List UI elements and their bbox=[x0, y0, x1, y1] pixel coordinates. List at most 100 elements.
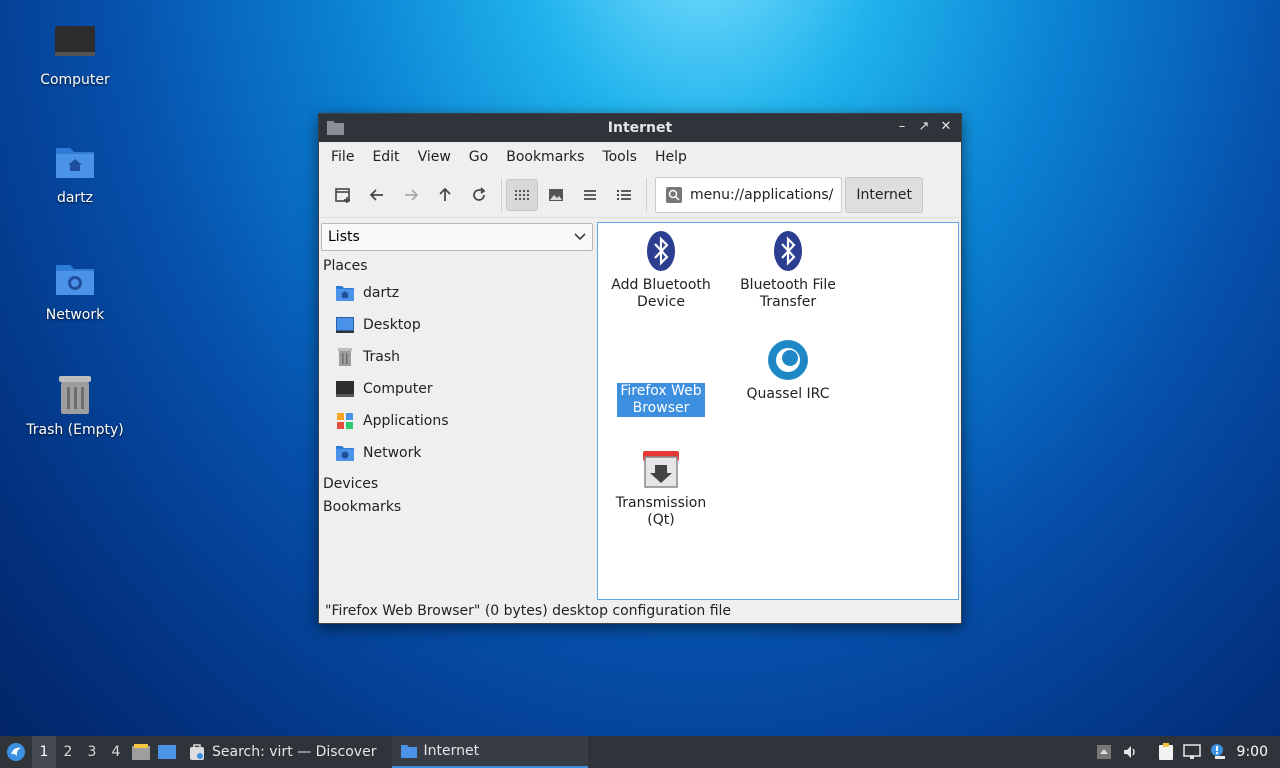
file-item-firefox[interactable]: Firefox Web Browser bbox=[601, 383, 721, 417]
maximize-button[interactable]: ↗ bbox=[915, 118, 933, 136]
computer-icon bbox=[336, 381, 354, 397]
search-location-icon bbox=[666, 186, 682, 203]
desktop-icon-trash[interactable]: Trash (Empty) bbox=[20, 372, 130, 438]
sidebar-item-label: Network bbox=[363, 445, 422, 461]
location-text: menu://applications/ bbox=[690, 186, 834, 203]
folder-icon bbox=[401, 745, 418, 758]
menu-help[interactable]: Help bbox=[649, 149, 699, 165]
workspace-4[interactable]: 4 bbox=[104, 736, 128, 768]
sidebar: Lists Places dartz Desktop Trash Compute… bbox=[321, 222, 593, 600]
sidebar-mode-select[interactable]: Lists bbox=[321, 223, 593, 251]
arrow-up-icon bbox=[439, 187, 451, 201]
sidebar-item-label: Trash bbox=[363, 349, 400, 365]
launcher-file-manager[interactable] bbox=[128, 736, 154, 768]
bluetooth-icon bbox=[647, 231, 675, 271]
section-places[interactable]: Places bbox=[321, 255, 593, 277]
window-titlebar[interactable]: Internet – ↗ ✕ bbox=[319, 114, 961, 142]
icon-view-button[interactable] bbox=[506, 178, 538, 211]
menu-edit[interactable]: Edit bbox=[366, 149, 411, 165]
section-bookmarks[interactable]: Bookmarks bbox=[321, 496, 593, 518]
toolbar-separator bbox=[646, 177, 647, 212]
start-menu-button[interactable] bbox=[0, 736, 32, 768]
computer-icon bbox=[55, 26, 95, 56]
desktop-icon-label: Computer bbox=[40, 72, 110, 88]
desktop-icon-label: dartz bbox=[56, 190, 94, 206]
back-button[interactable] bbox=[361, 179, 393, 211]
clock[interactable]: 9:00 bbox=[1231, 744, 1280, 760]
workspace-1[interactable]: 1 bbox=[32, 736, 56, 768]
sidebar-item-network[interactable]: Network bbox=[321, 437, 593, 469]
sidebar-item-computer[interactable]: Computer bbox=[321, 373, 593, 405]
workspace-3[interactable]: 3 bbox=[80, 736, 104, 768]
file-item-transmission[interactable]: Transmission (Qt) bbox=[601, 447, 721, 529]
desktop-icon bbox=[336, 317, 354, 333]
file-item-label: Transmission (Qt) bbox=[615, 495, 707, 528]
close-button[interactable]: ✕ bbox=[937, 118, 955, 136]
file-item-label: Add Bluetooth Device bbox=[611, 277, 711, 310]
status-bar: "Firefox Web Browser" (0 bytes) desktop … bbox=[325, 603, 732, 619]
file-item-label: Quassel IRC bbox=[746, 386, 830, 402]
desktop-icon-home[interactable]: dartz bbox=[20, 140, 130, 206]
network-status-button[interactable] bbox=[1179, 736, 1205, 768]
tray-expand-button[interactable] bbox=[1091, 736, 1117, 768]
volume-icon bbox=[1123, 746, 1135, 758]
menu-bar: File Edit View Go Bookmarks Tools Help bbox=[319, 142, 961, 172]
detailed-list-icon bbox=[617, 189, 631, 200]
menu-tools[interactable]: Tools bbox=[596, 149, 649, 165]
toolbar-separator bbox=[501, 177, 502, 212]
trash-icon bbox=[59, 376, 91, 414]
sidebar-item-dartz[interactable]: dartz bbox=[321, 277, 593, 309]
list-icon bbox=[584, 189, 596, 200]
notification-button[interactable] bbox=[1205, 736, 1231, 768]
location-bar[interactable]: menu://applications/ bbox=[655, 176, 843, 213]
transmission-icon bbox=[643, 451, 679, 488]
home-folder-icon bbox=[56, 148, 94, 178]
grid-view-icon bbox=[515, 189, 529, 200]
applications-icon bbox=[337, 413, 353, 429]
file-item-bluetooth-transfer[interactable]: Bluetooth File Transfer bbox=[728, 229, 848, 311]
desktop-icon-computer[interactable]: Computer bbox=[20, 22, 130, 88]
sidebar-item-desktop[interactable]: Desktop bbox=[321, 309, 593, 341]
menu-file[interactable]: File bbox=[325, 149, 366, 165]
task-internet[interactable]: Internet bbox=[392, 736, 589, 768]
menu-bookmarks[interactable]: Bookmarks bbox=[500, 149, 596, 165]
launcher-show-desktop[interactable] bbox=[154, 736, 180, 768]
sidebar-item-label: Applications bbox=[363, 413, 449, 429]
forward-button[interactable] bbox=[395, 179, 427, 211]
clipboard-button[interactable] bbox=[1153, 736, 1179, 768]
volume-button[interactable] bbox=[1117, 736, 1143, 768]
file-item-quassel[interactable]: Quassel IRC bbox=[728, 338, 848, 403]
breadcrumb-internet[interactable]: Internet bbox=[845, 176, 923, 213]
file-item-add-bluetooth[interactable]: Add Bluetooth Device bbox=[601, 229, 721, 311]
minimize-button[interactable]: – bbox=[893, 118, 911, 136]
file-manager-icon bbox=[132, 744, 150, 760]
show-desktop-icon bbox=[158, 745, 176, 759]
compact-view-button[interactable] bbox=[574, 179, 606, 211]
sidebar-item-applications[interactable]: Applications bbox=[321, 405, 593, 437]
sidebar-item-label: Desktop bbox=[363, 317, 421, 333]
arrow-left-icon bbox=[369, 188, 383, 201]
toolbar: menu://applications/ Internet bbox=[319, 172, 961, 218]
arrow-right-icon bbox=[405, 188, 419, 201]
menu-view[interactable]: View bbox=[412, 149, 463, 165]
sidebar-item-trash[interactable]: Trash bbox=[321, 341, 593, 373]
trash-icon bbox=[338, 348, 352, 366]
thumbnail-view-button[interactable] bbox=[540, 179, 572, 211]
network-folder-icon bbox=[56, 265, 94, 295]
up-button[interactable] bbox=[429, 179, 461, 211]
menu-go[interactable]: Go bbox=[463, 149, 500, 165]
notification-icon bbox=[1210, 744, 1225, 759]
desktop-icon-network[interactable]: Network bbox=[20, 257, 130, 323]
sidebar-item-label: dartz bbox=[363, 285, 400, 301]
section-devices[interactable]: Devices bbox=[321, 473, 593, 495]
system-tray: 9:00 bbox=[1091, 736, 1280, 768]
reload-button[interactable] bbox=[463, 179, 495, 211]
bluetooth-icon bbox=[774, 231, 802, 271]
workspace-2[interactable]: 2 bbox=[56, 736, 80, 768]
new-tab-button[interactable] bbox=[327, 179, 359, 211]
clipboard-icon bbox=[1158, 743, 1173, 760]
detailed-view-button[interactable] bbox=[608, 179, 640, 211]
folder-view[interactable]: Add Bluetooth Device Bluetooth File Tran… bbox=[597, 222, 959, 600]
image-icon bbox=[549, 188, 563, 201]
task-discover[interactable]: Search: virt — Discover bbox=[180, 736, 384, 768]
